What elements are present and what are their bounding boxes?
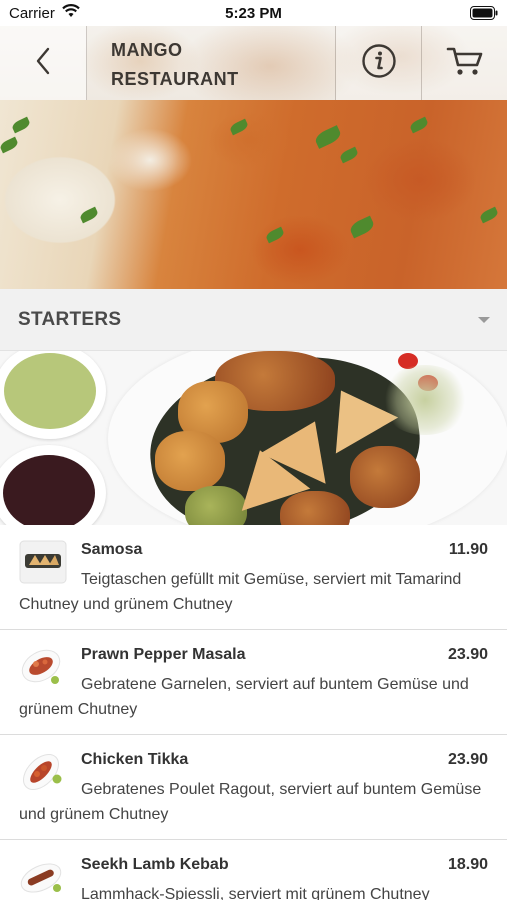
chutney-bowl-green: [0, 351, 106, 439]
item-description: Teigtaschen gefüllt mit Gemüse, serviert…: [19, 571, 462, 613]
item-name: Prawn Pepper Masala: [81, 646, 246, 663]
app-header: MANGO RESTAURANT: [0, 26, 507, 100]
menu-list: Samosa 11.90 Teigtaschen gefüllt mit Gem…: [0, 525, 507, 900]
menu-item[interactable]: Seekh Lamb Kebab 18.90 Lammhack-Spiessli…: [0, 840, 507, 900]
sprouts-garnish: [380, 365, 470, 435]
section-header-starters[interactable]: STARTERS: [0, 289, 507, 351]
cart-button[interactable]: [422, 26, 507, 100]
onion-bhaji: [350, 446, 420, 508]
starters-image: [0, 351, 507, 525]
item-description: Gebratene Garnelen, serviert auf buntem …: [19, 676, 469, 718]
chutney-bowl-dark: [0, 445, 106, 525]
menu-item[interactable]: Prawn Pepper Masala 23.90 Gebratene Garn…: [0, 630, 507, 735]
item-description: Lammhack-Spiessli, serviert mit grünem C…: [81, 886, 430, 900]
title-line-2: RESTAURANT: [111, 69, 239, 89]
item-price: 23.90: [447, 646, 488, 663]
item-description: Gebratenes Poulet Ragout, serviert auf b…: [19, 781, 482, 823]
garnish-leaf: [338, 146, 360, 164]
battery-icon: [470, 6, 498, 25]
status-bar: Carrier 5:23 PM: [0, 0, 507, 26]
garnish-leaf: [348, 215, 376, 239]
garnish-leaf: [478, 206, 500, 224]
item-price: 18.90: [447, 856, 488, 873]
clock: 5:23 PM: [225, 5, 282, 22]
onion-bhaji: [280, 491, 350, 525]
item-name: Seekh Lamb Kebab: [81, 856, 229, 873]
garnish-leaf: [10, 116, 32, 134]
item-price: 23.90: [447, 751, 488, 768]
garnish-leaf: [228, 118, 250, 136]
back-button[interactable]: [0, 26, 87, 100]
garnish-leaf: [313, 125, 343, 149]
chevron-left-icon: [35, 47, 51, 80]
caret-down-icon: [478, 317, 490, 323]
info-circle-icon: [361, 43, 397, 84]
cart-icon: [446, 45, 484, 82]
menu-item[interactable]: Chicken Tikka 23.90 Gebratenes Poulet Ra…: [0, 735, 507, 840]
garnish-leaf: [0, 136, 20, 154]
section-title: STARTERS: [18, 309, 122, 330]
info-button[interactable]: [336, 26, 422, 100]
menu-item[interactable]: Samosa 11.90 Teigtaschen gefüllt mit Gem…: [0, 525, 507, 630]
item-name: Chicken Tikka: [81, 751, 189, 768]
item-name: Samosa: [81, 541, 143, 558]
garnish-leaf: [78, 206, 100, 224]
pakora: [155, 431, 225, 491]
garnish-leaf: [408, 116, 430, 134]
restaurant-title: MANGO RESTAURANT: [87, 26, 336, 100]
item-price: 11.90: [448, 541, 488, 558]
title-line-1: MANGO: [111, 40, 183, 60]
hero-food-image: [0, 100, 507, 289]
garnish-leaf: [264, 226, 286, 244]
